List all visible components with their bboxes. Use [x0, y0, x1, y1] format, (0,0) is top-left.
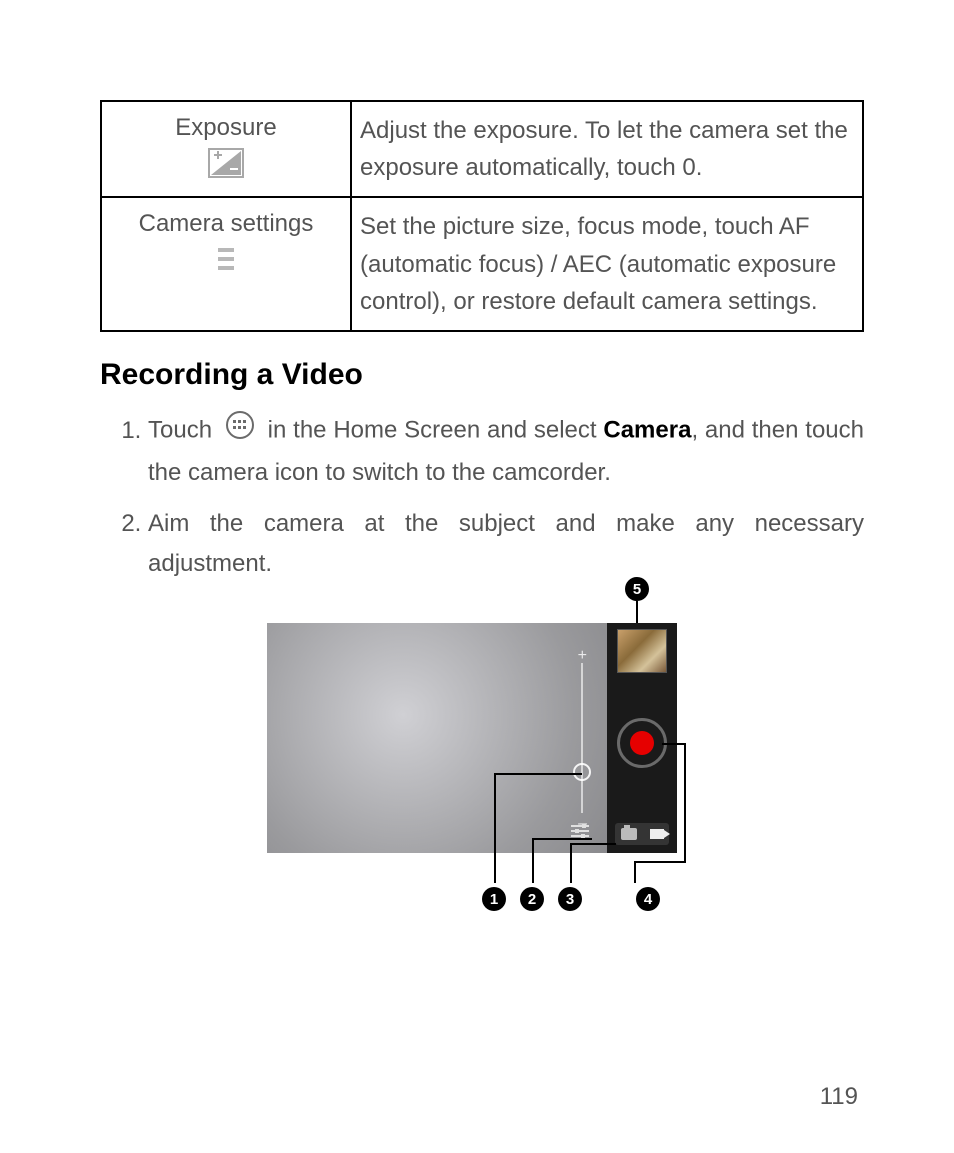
page-number: 119: [820, 1083, 858, 1111]
viewfinder-settings-icon: [571, 822, 589, 845]
record-button: [617, 718, 667, 768]
gallery-thumbnail: [617, 629, 667, 673]
callout-line: [634, 861, 686, 863]
callout-marker: 1: [482, 887, 506, 911]
camera-mode-icon: [621, 828, 637, 840]
camcorder-figure: 5 + –: [267, 623, 697, 853]
list-item: Touch in the Home Screen and select Came…: [148, 410, 864, 492]
table-cell-label: Exposure: [101, 101, 351, 197]
section-heading: Recording a Video: [100, 358, 864, 392]
mode-toggle: [615, 823, 669, 845]
callout-line: [570, 843, 616, 845]
steps-list: Touch in the Home Screen and select Came…: [100, 410, 864, 583]
step1-bold: Camera: [603, 417, 691, 444]
callout-marker: 2: [520, 887, 544, 911]
zoom-slider-track: [581, 663, 583, 813]
table-row: Exposure Adjust the exposure. To let the…: [101, 101, 863, 197]
callout-line: [532, 838, 592, 840]
callout-line: [494, 773, 582, 775]
step1-text-a: Touch: [148, 417, 219, 444]
table-cell-desc: Set the picture size, focus mode, touch …: [351, 197, 863, 331]
exposure-icon: [110, 148, 342, 178]
zoom-slider-handle: [573, 763, 591, 781]
step1-text-b: in the Home Screen and select: [268, 417, 604, 444]
callout-line: [532, 838, 534, 883]
callout-line: [570, 853, 572, 883]
callout-line: [636, 601, 638, 623]
table-row: Camera settings Set the picture size, fo…: [101, 197, 863, 331]
settings-sliders-icon: [110, 244, 342, 274]
callout-marker: 4: [636, 887, 660, 911]
camera-viewfinder: + –: [267, 623, 607, 853]
record-dot-icon: [630, 731, 654, 755]
list-item: Aim the camera at the subject and make a…: [148, 504, 864, 583]
camera-settings-label: Camera settings: [139, 210, 314, 237]
exposure-label: Exposure: [175, 114, 276, 141]
camera-sidebar: [607, 623, 677, 853]
apps-grid-icon: [225, 410, 255, 453]
table-cell-desc: Adjust the exposure. To let the camera s…: [351, 101, 863, 197]
table-cell-label: Camera settings: [101, 197, 351, 331]
settings-table: Exposure Adjust the exposure. To let the…: [100, 100, 864, 332]
callout-marker: 5: [625, 577, 649, 601]
video-mode-icon: [650, 829, 664, 839]
callout-line: [570, 843, 572, 853]
callout-line: [634, 861, 636, 883]
callout-line: [662, 743, 684, 745]
callout-line: [494, 773, 496, 883]
callout-line: [684, 743, 686, 861]
callout-row: 1 2 3 4: [482, 887, 660, 911]
callout-marker: 3: [558, 887, 582, 911]
